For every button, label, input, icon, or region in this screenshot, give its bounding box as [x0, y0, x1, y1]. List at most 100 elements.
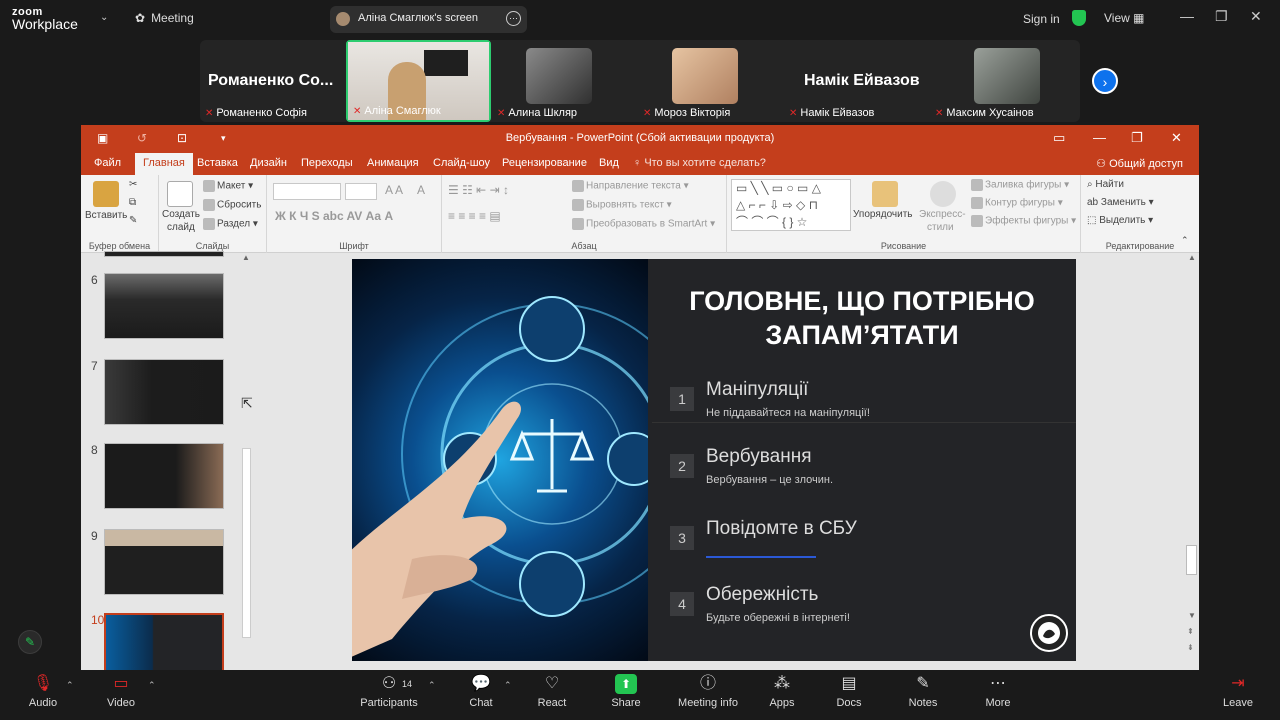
react-button[interactable]: ♡ React: [517, 674, 587, 709]
security-shield-icon[interactable]: [1072, 10, 1086, 26]
participant-tile[interactable]: ✕ Мороз Вікторія: [638, 40, 783, 122]
smartart-button[interactable]: Преобразовать в SmartArt ▾: [572, 218, 715, 230]
tab-slideshow[interactable]: Слайд-шоу: [433, 157, 490, 169]
sign-in-link[interactable]: Sign in: [1023, 12, 1060, 26]
tab-transitions[interactable]: Переходы: [301, 157, 353, 169]
find-button[interactable]: ⌕ Найти: [1087, 179, 1124, 190]
collapse-ribbon-icon[interactable]: ⌃: [1181, 235, 1189, 246]
meeting-button[interactable]: ✿ Meeting: [135, 11, 200, 25]
minimize-icon[interactable]: —: [1093, 130, 1106, 145]
meeting-info-button[interactable]: ⓘ Meeting info: [673, 674, 743, 709]
shapes-gallery[interactable]: ▭ ╲ ╲ ▭ ○ ▭ △ △ ⌐ ⌐ ⇩ ⇨ ◇ ⊓ ⌒ ⌒ ⌒ { } ☆: [731, 179, 851, 231]
tab-view[interactable]: Вид: [599, 157, 619, 169]
font-size-input[interactable]: [345, 183, 377, 200]
more-options-icon[interactable]: ···: [506, 11, 521, 26]
next-page-arrow-icon[interactable]: ›: [1092, 68, 1118, 94]
video-button[interactable]: ▭ Video ⌃: [86, 674, 156, 709]
participant-tile-active[interactable]: ✕ Аліна Смаглюк: [346, 40, 491, 122]
shape-effects-button[interactable]: Эффекты фигуры ▾: [971, 215, 1076, 227]
scroll-up-icon[interactable]: ▲: [1188, 253, 1196, 262]
participant-tile[interactable]: Намік Ейвазов ✕ Намік Ейвазов: [784, 40, 929, 122]
audio-button[interactable]: 🎙 Audio ⌃: [8, 674, 78, 709]
zoom-logo[interactable]: zoom Workplace: [12, 6, 78, 31]
paste-button[interactable]: Вставить: [85, 210, 127, 221]
current-slide[interactable]: ГОЛОВНЕ, ЩО ПОТРІБНО ЗАПАМ’ЯТАТИ 1 Маніп…: [352, 259, 1076, 661]
view-button[interactable]: View ▦: [1104, 11, 1144, 25]
tell-me-box[interactable]: ♀ Что вы хотите сделать?: [633, 157, 766, 169]
audio-options-caret-icon[interactable]: ⌃: [66, 680, 74, 691]
arrange-icon[interactable]: [872, 181, 898, 207]
leave-button[interactable]: ⇥ Leave: [1203, 674, 1273, 709]
shape-fill-button[interactable]: Заливка фигуры ▾: [971, 179, 1069, 191]
slide-thumbnail[interactable]: [104, 359, 224, 425]
restore-icon[interactable]: ❐: [1131, 130, 1143, 146]
participant-tile[interactable]: ✕ Максим Хусаінов: [930, 40, 1075, 122]
cut-icon[interactable]: ✂: [129, 179, 137, 190]
participants-caret-icon[interactable]: ⌃: [428, 680, 436, 691]
tab-insert[interactable]: Вставка: [197, 157, 238, 169]
tab-home[interactable]: Главная: [135, 153, 193, 175]
screen-share-pill[interactable]: Аліна Смаглюк's screen ···: [330, 6, 527, 33]
quick-styles-button[interactable]: Экспресс-: [919, 209, 966, 220]
restore-icon[interactable]: ❐: [1215, 8, 1228, 25]
chat-caret-icon[interactable]: ⌃: [504, 680, 512, 691]
reset-button[interactable]: Сбросить: [203, 199, 261, 211]
increase-font-icon[interactable]: A A: [385, 183, 403, 197]
chat-button[interactable]: 💬 Chat ⌃: [446, 674, 516, 709]
font-name-input[interactable]: [273, 183, 341, 200]
scrollbar-knob[interactable]: [1186, 545, 1197, 575]
previous-slide-icon[interactable]: ⇞: [1187, 627, 1194, 636]
copy-icon[interactable]: ⧉: [129, 197, 136, 208]
tab-animations[interactable]: Анимация: [367, 157, 419, 169]
video-options-caret-icon[interactable]: ⌃: [148, 680, 156, 691]
slide-thumbnail[interactable]: [104, 443, 224, 509]
participant-name: ✕ Аліна Смаглюк: [353, 105, 441, 117]
slide-thumbnail-partial[interactable]: [104, 251, 224, 257]
arrange-button[interactable]: Упорядочить: [853, 209, 913, 220]
annotate-pen-icon[interactable]: ✎: [18, 630, 42, 654]
new-slide-icon[interactable]: [167, 181, 193, 207]
more-button[interactable]: ⋯ More: [963, 674, 1033, 709]
select-button[interactable]: ⬚ Выделить ▾: [1087, 215, 1153, 226]
participant-display-name: Намік Ейвазов: [804, 72, 920, 89]
paste-icon[interactable]: [93, 181, 119, 207]
section-button[interactable]: Раздел ▾: [203, 218, 258, 230]
tab-design[interactable]: Дизайн: [250, 157, 287, 169]
scrollbar-knob[interactable]: [242, 448, 251, 638]
align-text-button[interactable]: Выровнять текст ▾: [572, 199, 672, 211]
notes-button[interactable]: ✎ Notes: [888, 674, 958, 709]
docs-button[interactable]: ▤ Docs: [814, 674, 884, 709]
new-slide-button[interactable]: Создать: [162, 209, 200, 220]
item-link[interactable]: [706, 556, 816, 558]
text-direction-button[interactable]: Направление текста ▾: [572, 180, 689, 192]
share-screen-button[interactable]: ⬆ Share: [591, 674, 661, 709]
next-slide-icon[interactable]: ⇟: [1187, 643, 1194, 652]
replace-button[interactable]: ab Заменить ▾: [1087, 197, 1154, 208]
slide-scrollbar[interactable]: ▲ ▼ ⇞ ⇟: [1184, 253, 1199, 670]
quick-styles-icon[interactable]: [930, 181, 956, 207]
format-painter-icon[interactable]: ✎: [129, 215, 137, 226]
clear-formatting-icon[interactable]: A: [417, 183, 425, 197]
scroll-up-icon[interactable]: ▲: [242, 253, 250, 262]
minimize-icon[interactable]: —: [1180, 8, 1194, 24]
align-icons[interactable]: ≡ ≡ ≡ ≡ ▤: [448, 209, 501, 223]
layout-button[interactable]: Макет ▾: [203, 180, 253, 192]
slide-thumbnail[interactable]: [104, 529, 224, 595]
participant-tile[interactable]: Романенко Со... ✕ Романенко Софія: [200, 40, 345, 122]
ribbon-display-icon[interactable]: ▭: [1053, 130, 1065, 146]
slide-thumbnail[interactable]: [104, 273, 224, 339]
shape-outline-button[interactable]: Контур фигуры ▾: [971, 197, 1063, 209]
close-icon[interactable]: ✕: [1250, 8, 1262, 25]
participant-tile[interactable]: ✕ Алина Шкляр: [492, 40, 637, 122]
close-icon[interactable]: ✕: [1171, 130, 1182, 146]
list-icons[interactable]: ☰ ☷ ⇤ ⇥ ↕: [448, 183, 509, 197]
tab-review[interactable]: Рецензирование: [502, 157, 587, 169]
participants-button[interactable]: ⚇ Participants 14 ⌃: [354, 674, 435, 709]
chevron-down-icon[interactable]: ⌄: [100, 12, 108, 23]
thumbnails-scrollbar[interactable]: ▲: [239, 253, 253, 670]
apps-button[interactable]: ⁂ Apps: [747, 674, 817, 709]
bold-italic-underline-icons[interactable]: Ж К Ч S abc AV Аа A: [275, 209, 393, 223]
tab-file[interactable]: Файл: [94, 157, 121, 169]
share-button[interactable]: ⚇ Общий доступ: [1096, 157, 1183, 170]
scroll-down-icon[interactable]: ▼: [1188, 611, 1196, 620]
